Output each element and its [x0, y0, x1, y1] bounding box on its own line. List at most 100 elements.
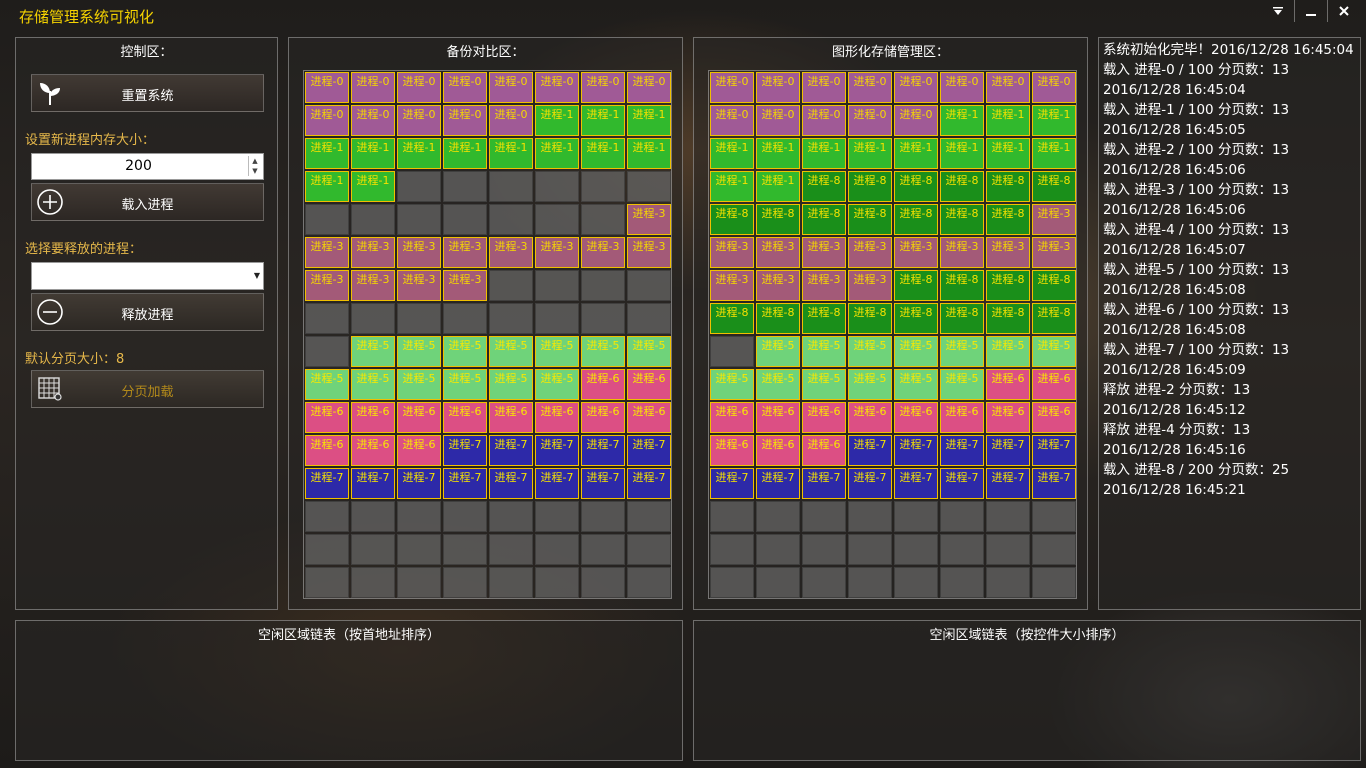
free-page-cell [581, 171, 625, 202]
memory-page-cell: 进程-0 [397, 105, 441, 136]
page-load-button[interactable]: 分页加载 [31, 370, 264, 408]
free-list-by-address-title: 空闲区域链表（按首地址排序） [257, 628, 440, 643]
free-page-cell [986, 567, 1030, 598]
memory-page-cell: 进程-5 [802, 369, 846, 400]
close-icon[interactable] [1327, 0, 1360, 22]
memory-page-cell: 进程-6 [351, 402, 395, 433]
memory-page-cell: 进程-0 [489, 105, 533, 136]
memory-page-cell: 进程-0 [1032, 72, 1076, 103]
memory-page-cell: 进程-8 [940, 303, 984, 334]
release-process-button[interactable]: 释放进程 [31, 293, 264, 331]
memory-page-cell: 进程-5 [535, 336, 579, 367]
log-line: 2016/12/28 16:45:21 [1103, 482, 1246, 498]
memory-page-cell: 进程-3 [305, 237, 349, 268]
memory-page-cell: 进程-1 [581, 105, 625, 136]
backup-compare-panel: 备份对比区： 进程-0 进程-0 进程-0 进程-0 进程-0 进程-0 进程-0 进程-0 进… [288, 37, 683, 610]
memory-page-cell: 进程-5 [1032, 336, 1076, 367]
memory-page-cell: 进程-7 [627, 468, 671, 499]
memory-page-cell: 进程-7 [581, 468, 625, 499]
memory-page-cell: 进程-0 [756, 72, 800, 103]
memory-page-cell: 进程-3 [397, 237, 441, 268]
memory-page-cell: 进程-3 [756, 270, 800, 301]
minimize-icon[interactable] [1294, 0, 1327, 22]
memory-page-cell: 进程-5 [535, 369, 579, 400]
chevron-down-icon: ▼ [253, 271, 260, 280]
menu-icon[interactable] [1262, 0, 1294, 22]
memory-page-cell: 进程-1 [802, 138, 846, 169]
memory-page-cell: 进程-5 [397, 369, 441, 400]
free-page-cell [489, 204, 533, 235]
memory-page-cell: 进程-5 [351, 369, 395, 400]
free-page-cell [756, 501, 800, 532]
memory-page-cell: 进程-1 [986, 138, 1030, 169]
free-page-cell [581, 534, 625, 565]
memory-page-cell: 进程-5 [443, 369, 487, 400]
free-list-by-size-title: 空闲区域链表（按控件大小排序） [929, 628, 1125, 643]
memory-page-cell: 进程-7 [940, 435, 984, 466]
mem-size-input[interactable]: 200 ▲ ▼ [31, 153, 264, 180]
memory-page-cell: 进程-7 [848, 435, 892, 466]
load-process-label: 载入进程 [121, 198, 174, 213]
memory-page-cell: 进程-3 [756, 237, 800, 268]
memory-page-cell: 进程-0 [443, 72, 487, 103]
memory-page-cell: 进程-8 [710, 303, 754, 334]
window-controls [1262, 0, 1360, 22]
memory-page-cell: 进程-6 [986, 402, 1030, 433]
log-line: 2016/12/28 16:45:07 [1103, 242, 1246, 258]
memory-page-cell: 进程-7 [894, 468, 938, 499]
release-process-select[interactable]: ▼ [31, 262, 264, 290]
memory-page-cell: 进程-0 [443, 105, 487, 136]
memory-page-cell: 进程-5 [305, 369, 349, 400]
memory-page-cell: 进程-0 [305, 72, 349, 103]
free-page-cell [443, 204, 487, 235]
memory-page-cell: 进程-6 [305, 402, 349, 433]
free-page-cell [397, 171, 441, 202]
log-line: 2016/12/28 16:45:09 [1103, 362, 1246, 378]
memory-page-cell: 进程-6 [802, 435, 846, 466]
memory-page-cell: 进程-3 [1032, 237, 1076, 268]
memory-page-cell: 进程-8 [986, 303, 1030, 334]
free-page-cell [710, 501, 754, 532]
memory-page-cell: 进程-1 [756, 171, 800, 202]
memory-page-cell: 进程-7 [710, 468, 754, 499]
memory-page-cell: 进程-0 [397, 72, 441, 103]
free-page-cell [489, 171, 533, 202]
free-page-cell [894, 534, 938, 565]
memory-page-cell: 进程-0 [305, 105, 349, 136]
memory-page-cell: 进程-8 [894, 171, 938, 202]
memory-page-cell: 进程-3 [986, 237, 1030, 268]
memory-page-cell: 进程-8 [940, 204, 984, 235]
free-page-cell [1032, 534, 1076, 565]
memory-page-cell: 进程-8 [1032, 303, 1076, 334]
reset-system-button[interactable]: 重置系统 [31, 74, 264, 112]
memory-page-cell: 进程-6 [397, 435, 441, 466]
log-line: 载入 进程-2 / 100 分页数：13 [1103, 142, 1290, 158]
memory-page-cell: 进程-6 [1032, 402, 1076, 433]
memory-page-cell: 进程-3 [443, 237, 487, 268]
free-list-by-size-panel: 空闲区域链表（按控件大小排序） [693, 620, 1361, 761]
memory-page-cell: 进程-1 [535, 105, 579, 136]
free-page-cell [305, 204, 349, 235]
memory-page-cell: 进程-1 [305, 138, 349, 169]
free-page-cell [940, 534, 984, 565]
mem-size-stepper[interactable]: ▲ ▼ [248, 156, 261, 176]
free-page-cell [894, 501, 938, 532]
memory-page-cell: 进程-5 [443, 336, 487, 367]
memory-page-cell: 进程-5 [802, 336, 846, 367]
free-page-cell [351, 303, 395, 334]
free-page-cell [397, 303, 441, 334]
memory-page-cell: 进程-1 [940, 105, 984, 136]
memory-page-cell: 进程-7 [397, 468, 441, 499]
graphic-storage-panel: 图形化存储管理区： 进程-0 进程-0 进程-0 进程-0 进程-0 进程-0 进程-0 进程… [693, 37, 1088, 610]
control-panel: 控制区： 重置系统 设置新进程内存大小： 200 ▲ ▼ 载入进程 选择要释放的进… [15, 37, 278, 610]
load-process-button[interactable]: 载入进程 [31, 183, 264, 221]
memory-page-cell: 进程-8 [848, 171, 892, 202]
memory-page-cell: 进程-1 [627, 105, 671, 136]
memory-page-cell: 进程-0 [848, 72, 892, 103]
memory-page-cell: 进程-1 [1032, 105, 1076, 136]
backup-memory-grid: 进程-0 进程-0 进程-0 进程-0 进程-0 进程-0 进程-0 进程-0 进程-0 进程-0… [303, 70, 672, 599]
free-page-cell [535, 567, 579, 598]
memory-page-cell: 进程-3 [848, 237, 892, 268]
memory-page-cell: 进程-5 [848, 369, 892, 400]
free-page-cell [710, 534, 754, 565]
